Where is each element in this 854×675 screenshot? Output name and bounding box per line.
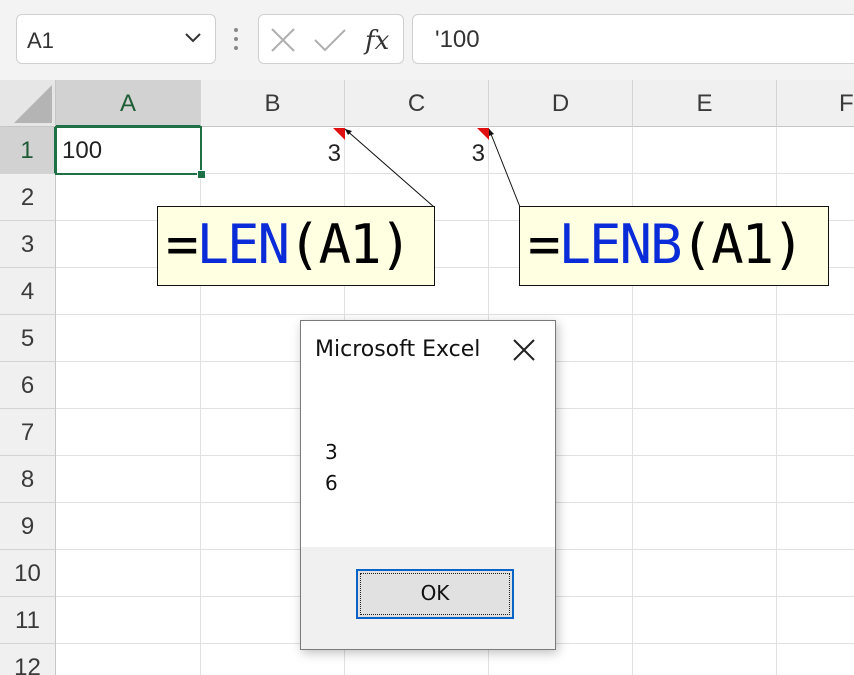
leader-line: [488, 128, 521, 208]
dialog-title: Microsoft Excel: [315, 337, 481, 362]
comment-argument: (A1): [288, 213, 412, 276]
comment-equals: =: [528, 213, 560, 276]
dialog-line-2: 6: [325, 471, 338, 495]
comment-box-len[interactable]: =LEN(A1): [157, 206, 435, 286]
dialog-footer: OK: [301, 547, 555, 649]
dialog-message: 3 6: [325, 437, 338, 499]
dialog-line-1: 3: [325, 440, 338, 464]
comment-box-lenb[interactable]: =LENB(A1): [519, 206, 829, 286]
comment-function: LENB: [558, 213, 683, 276]
leader-arrowhead: [489, 129, 494, 136]
message-dialog: Microsoft Excel 3 6 OK: [300, 320, 556, 650]
close-icon[interactable]: [511, 337, 537, 368]
comment-argument: (A1): [680, 213, 805, 276]
leader-line: [344, 128, 435, 208]
ok-button[interactable]: OK: [356, 569, 514, 619]
comment-equals: =: [166, 213, 198, 276]
comment-function: LEN: [196, 213, 291, 276]
